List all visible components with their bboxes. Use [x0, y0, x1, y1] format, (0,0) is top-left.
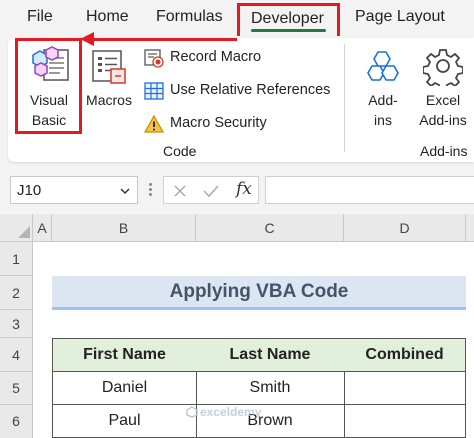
tab-page-layout[interactable]: Page Layout: [355, 8, 445, 26]
formula-input[interactable]: [265, 176, 474, 204]
chevron-down-icon[interactable]: [119, 185, 131, 197]
formula-buttons: fx: [163, 176, 259, 204]
row-header-5[interactable]: 5: [0, 372, 33, 405]
cancel-icon[interactable]: [172, 183, 188, 199]
column-header-c[interactable]: C: [196, 214, 344, 242]
name-box-value: J10: [17, 182, 42, 199]
warning-icon: [144, 114, 164, 133]
column-header-e[interactable]: [466, 214, 474, 242]
row-header-6[interactable]: 6: [0, 405, 33, 438]
watermark-logo-icon: [186, 406, 198, 418]
row-header-4[interactable]: 4: [0, 338, 33, 372]
enter-check-icon[interactable]: [202, 183, 220, 199]
addins-hexagon-icon: [367, 51, 399, 81]
row-header-2[interactable]: 2: [0, 276, 33, 310]
excel-addins-button[interactable]: Excel Add-ins: [412, 42, 474, 132]
tab-developer[interactable]: Developer: [237, 3, 340, 39]
annotation-arrow-line: [92, 38, 237, 41]
cell-b5[interactable]: Daniel: [52, 372, 197, 405]
drag-handle-icon[interactable]: [149, 183, 153, 197]
gear-icon: [423, 49, 463, 86]
header-combined[interactable]: Combined: [344, 338, 466, 372]
record-macro-label: Record Macro: [170, 49, 262, 65]
addins-label-2: ins: [374, 112, 392, 128]
annotation-arrow-head: [80, 32, 94, 46]
select-all-triangle: [18, 226, 30, 238]
visual-basic-highlight: [15, 38, 82, 134]
header-last-name[interactable]: Last Name: [196, 338, 345, 372]
excel-addins-label-2: Add-ins: [419, 112, 467, 128]
cell-d6[interactable]: [344, 405, 466, 438]
cell-c5[interactable]: Smith: [196, 372, 345, 405]
column-header-a[interactable]: A: [33, 214, 52, 242]
tab-developer-label: Developer: [251, 10, 324, 27]
tab-file[interactable]: File: [27, 8, 53, 26]
relative-references-icon: [144, 82, 164, 100]
use-relative-references-label: Use Relative References: [170, 82, 331, 98]
macros-icon: [92, 50, 126, 84]
addins-group-label: Add-ins: [420, 143, 468, 159]
cell-d5[interactable]: [344, 372, 466, 405]
cell-b6[interactable]: Paul: [52, 405, 197, 438]
macro-security-label: Macro Security: [170, 115, 267, 131]
tab-formulas[interactable]: Formulas: [156, 8, 223, 26]
insert-function-icon[interactable]: fx: [236, 179, 252, 199]
row-header-3[interactable]: 3: [0, 310, 33, 338]
code-group-label: Code: [163, 143, 197, 159]
watermark-text: exceldemy: [200, 405, 262, 419]
macros-label: Macros: [86, 92, 132, 108]
excel-addins-label-1: Excel: [425, 92, 461, 108]
sheet-title-cell[interactable]: Applying VBA Code: [52, 276, 466, 310]
macros-button[interactable]: Macros: [82, 42, 136, 132]
header-first-name[interactable]: First Name: [52, 338, 197, 372]
row-header-1[interactable]: 1: [0, 242, 33, 276]
addins-button[interactable]: Add- ins: [354, 42, 412, 132]
column-header-d[interactable]: D: [344, 214, 466, 242]
addins-label-1: Add-: [368, 92, 398, 108]
name-box[interactable]: J10: [10, 176, 138, 204]
tab-home[interactable]: Home: [86, 8, 129, 26]
record-macro-icon: [144, 49, 164, 68]
active-tab-underline: [251, 29, 326, 32]
column-header-b[interactable]: B: [52, 214, 196, 242]
group-separator: [344, 44, 345, 152]
